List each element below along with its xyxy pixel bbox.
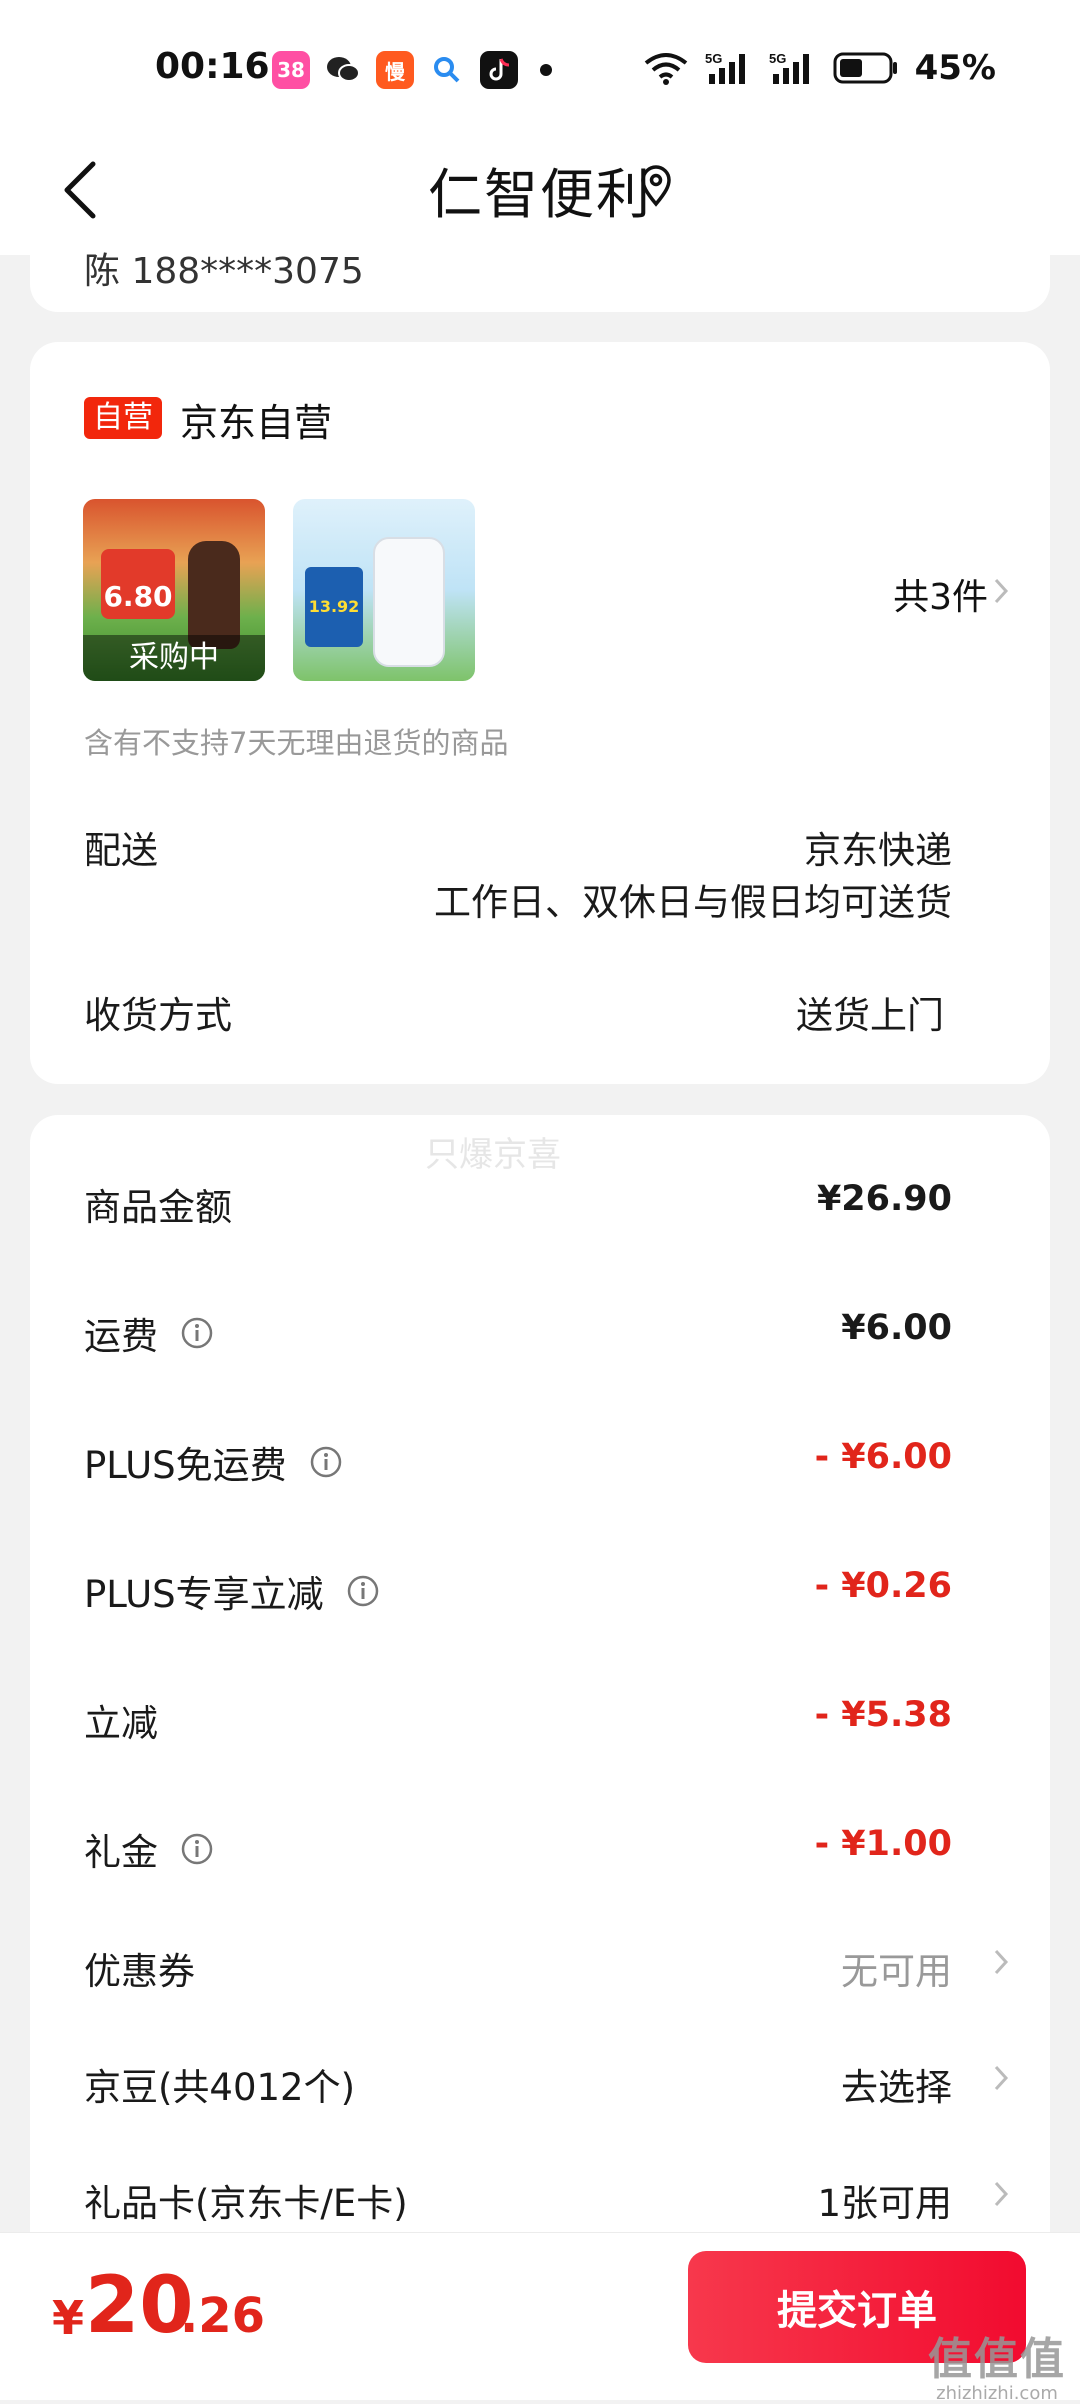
chevron-right-icon bbox=[994, 1949, 1009, 1975]
notification-dot-icon bbox=[540, 64, 552, 76]
coupon-label: 优惠券 bbox=[84, 1950, 195, 1993]
delivery-note: 工作日、双休日与假日均可送货 bbox=[434, 881, 952, 924]
info-icon[interactable] bbox=[180, 1316, 214, 1350]
status-app-icons: 38 慢 bbox=[272, 50, 552, 90]
gift-money-label: 礼金 bbox=[84, 1822, 214, 1876]
plus-discount-label: PLUS专享立减 bbox=[84, 1564, 380, 1618]
goods-amount-label: 商品金额 bbox=[84, 1177, 232, 1231]
fee-label-text: 礼金 bbox=[84, 1831, 158, 1874]
return-policy-note: 含有不支持7天无理由退货的商品 bbox=[84, 726, 509, 760]
fee-summary-card: 只爆京喜 商品金额 ¥26.90 运费 ¥6.00 PLUS免运费 - ¥6.0… bbox=[30, 1115, 1050, 2315]
product2-price-tag: 13.92 bbox=[305, 567, 363, 647]
status-time: 00:16 bbox=[155, 46, 270, 87]
info-icon[interactable] bbox=[346, 1574, 380, 1608]
fee-label-text: 商品金额 bbox=[84, 1186, 232, 1229]
battery-icon bbox=[833, 52, 897, 84]
signal-5g-icon-2: 5G bbox=[769, 51, 809, 84]
site-watermark-url: zhizhizhi.com bbox=[936, 2383, 1058, 2404]
gift-money-value: - ¥1.00 bbox=[814, 1824, 952, 1864]
goods-amount-value: ¥26.90 bbox=[816, 1179, 952, 1219]
instant-discount-label: 立减 bbox=[84, 1693, 158, 1747]
fee-label-text: 立减 bbox=[84, 1702, 158, 1745]
product-thumbnail-1[interactable]: 6.80 采购中 bbox=[83, 499, 265, 681]
tiktok-icon bbox=[480, 51, 518, 89]
battery-percent: 45% bbox=[914, 48, 996, 88]
plus-discount-value: - ¥0.26 bbox=[814, 1566, 952, 1606]
site-watermark: 值值值 zhizhizhi.com bbox=[928, 2323, 1066, 2404]
gift-card-label: 礼品卡(京东卡/E卡) bbox=[84, 2182, 408, 2225]
chevron-right-icon bbox=[994, 2181, 1009, 2207]
chevron-right-icon bbox=[994, 2065, 1009, 2091]
wifi-icon bbox=[644, 53, 687, 85]
jd-beans-value[interactable]: 去选择 bbox=[841, 2057, 952, 2111]
svg-text:5G: 5G bbox=[769, 51, 786, 66]
address-card[interactable]: 陈 188****3075 bbox=[30, 220, 1050, 312]
coupon-value[interactable]: 无可用 bbox=[841, 1941, 952, 1995]
chocolate-milk-bottle-icon bbox=[188, 541, 240, 649]
page-title: 仁智便利 bbox=[428, 163, 652, 226]
location-pin-icon[interactable] bbox=[638, 164, 674, 208]
self-operated-badge: 自营 bbox=[84, 397, 162, 439]
svg-text:5G: 5G bbox=[705, 51, 722, 66]
fee-label-text: 运费 bbox=[84, 1315, 158, 1358]
delivery-value[interactable]: 京东快递 bbox=[804, 820, 952, 874]
total-amount-decimal: .26 bbox=[180, 2288, 266, 2344]
instant-discount-value: - ¥5.38 bbox=[814, 1695, 952, 1735]
chevron-right-icon bbox=[994, 578, 1009, 604]
search-app-icon bbox=[428, 51, 466, 89]
wechat-icon bbox=[324, 51, 362, 89]
store-card: 自营 京东自营 6.80 采购中 13.92 共3件 含有不支持7天无理由退货的… bbox=[30, 342, 1050, 1084]
jd-beans-label: 京豆(共4012个) bbox=[84, 2066, 356, 2109]
signal-5g-icon: 5G bbox=[705, 51, 745, 84]
product1-status-overlay: 采购中 bbox=[83, 635, 265, 681]
site-watermark-logo: 值值值 bbox=[928, 2334, 1066, 2385]
delivery-label: 配送 bbox=[84, 829, 158, 872]
fee-label-text: PLUS免运费 bbox=[84, 1444, 287, 1487]
store-name: 京东自营 bbox=[180, 401, 333, 445]
status-bar: 00:16 38 慢 5G 5G 45% bbox=[0, 0, 1080, 130]
address-contact: 陈 188****3075 bbox=[84, 251, 364, 292]
plus-free-shipping-label: PLUS免运费 bbox=[84, 1435, 343, 1489]
product-thumbnail-2[interactable]: 13.92 bbox=[293, 499, 475, 681]
receive-method-label: 收货方式 bbox=[84, 994, 232, 1037]
shipping-fee-value: ¥6.00 bbox=[841, 1308, 952, 1348]
shipping-fee-label: 运费 bbox=[84, 1306, 214, 1360]
fee-label-text: PLUS专享立减 bbox=[84, 1573, 324, 1616]
receive-method-value[interactable]: 送货上门 bbox=[796, 985, 944, 1039]
info-icon[interactable] bbox=[180, 1832, 214, 1866]
info-icon[interactable] bbox=[309, 1445, 343, 1479]
plus-free-shipping-value: - ¥6.00 bbox=[814, 1437, 952, 1477]
checkout-bar: ¥ 20 .26 提交订单 值值值 zhizhizhi.com bbox=[0, 2232, 1080, 2404]
product1-price-tag: 6.80 bbox=[101, 549, 175, 619]
shopping-app-icon: 38 bbox=[272, 51, 310, 89]
total-amount-integer: 20 bbox=[85, 2261, 194, 2351]
watermark-text: 只爆京喜 bbox=[425, 1135, 561, 1175]
milk-bottle-icon bbox=[373, 537, 445, 667]
total-currency: ¥ bbox=[52, 2291, 85, 2345]
status-indicators: 5G 5G 45% bbox=[643, 48, 996, 88]
product-count[interactable]: 共3件 bbox=[893, 568, 988, 620]
gift-card-value[interactable]: 1张可用 bbox=[817, 2173, 952, 2227]
lazy-app-icon: 慢 bbox=[376, 51, 414, 89]
